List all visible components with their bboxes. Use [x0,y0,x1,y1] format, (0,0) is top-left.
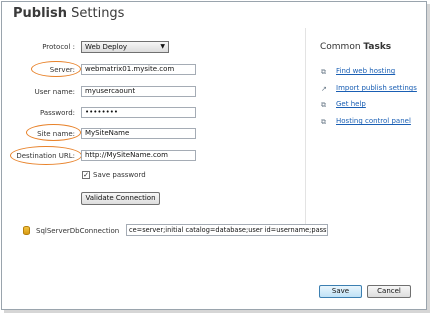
protocol-select[interactable]: Web Deploy ▼ [81,41,169,53]
connection-string-input[interactable]: ce=server;initial catalog=database;user … [126,224,328,236]
dropdown-arrow-icon: ▼ [160,43,165,50]
password-label: Password: [39,109,75,117]
database-icon [23,226,30,235]
task-hosting-control-panel[interactable]: ⧉ Hosting control panel [321,117,411,126]
import-icon: ↗ [321,85,327,93]
password-input[interactable]: •••••••• [81,107,196,118]
external-link-icon: ⧉ [321,118,326,126]
external-link-icon: ⧉ [321,68,326,76]
external-link-icon: ⧉ [321,101,326,109]
desturl-input[interactable]: http://MySiteName.com [81,150,196,161]
validate-connection-button[interactable]: Validate Connection [81,192,160,205]
cancel-button[interactable]: Cancel [367,285,411,298]
server-label: Server: [49,66,75,74]
desturl-label: Destination URL: [16,152,75,160]
common-tasks-title: Common Tasks [320,42,392,52]
panel-divider [305,28,306,228]
protocol-label: Protocol : [42,43,75,51]
task-get-help[interactable]: ⧉ Get help [321,100,366,109]
task-find-web-hosting[interactable]: ⧉ Find web hosting [321,67,395,76]
save-button[interactable]: Save [319,285,362,298]
db-connection-name: SqlServerDbConnection [36,227,120,235]
sitename-input[interactable]: MySiteName [81,128,196,139]
save-password-checkbox[interactable]: ✓ [82,171,90,179]
server-input[interactable]: webmatrix01.mysite.com [81,64,196,75]
sitename-label: Site name: [37,130,75,138]
username-label: User name: [34,88,75,96]
dialog-title: Publish Settings [13,6,125,21]
protocol-selected-value: Web Deploy [85,43,127,51]
task-import-publish-settings[interactable]: ↗ Import publish settings [321,84,417,93]
save-password-label: Save password [93,171,146,179]
username-input[interactable]: myusercaount [81,86,196,97]
